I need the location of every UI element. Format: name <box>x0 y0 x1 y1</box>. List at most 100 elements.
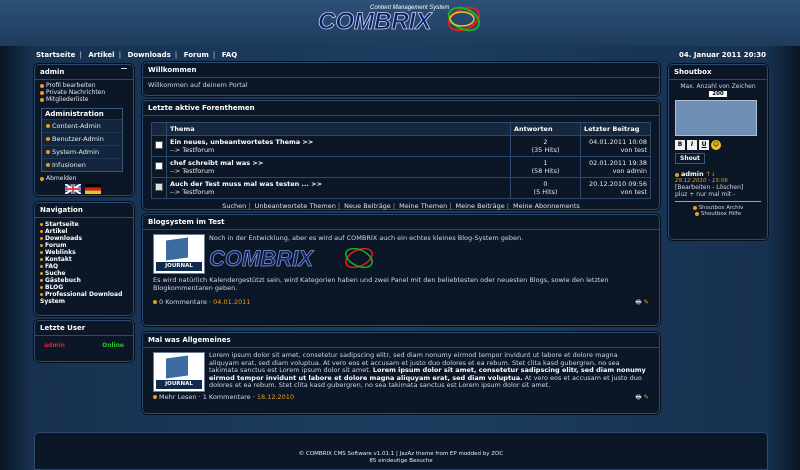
navlink-forum[interactable]: Forum <box>40 242 128 249</box>
navlink-downloads[interactable]: Downloads <box>40 235 128 242</box>
admin-system[interactable]: System-Admin <box>42 145 122 158</box>
navlink-blog[interactable]: BLOG <box>40 284 128 291</box>
topic-title[interactable]: Auch der Test muss mal was testen ... >> <box>170 180 507 188</box>
bullet-icon <box>40 272 43 275</box>
col-letzter-beitrag: Letzter Beitrag <box>580 122 651 136</box>
welcome-text: Willkommen auf deinem Portal <box>148 81 248 89</box>
folder-icon <box>155 183 163 191</box>
char-counter: 200 <box>709 91 727 97</box>
link-private-messages[interactable]: Private Nachrichten <box>40 89 128 96</box>
print-icon[interactable]: 🖶 <box>635 298 641 306</box>
navlink-startseite[interactable]: Startseite <box>40 221 128 228</box>
topic-forum: --> Testforum <box>170 146 215 154</box>
link-profile[interactable]: Profil bearbeiten <box>40 82 128 89</box>
topic-author[interactable]: von admin <box>584 167 647 175</box>
german-flag-icon[interactable] <box>84 184 101 194</box>
smiley-icon[interactable]: ☺ <box>711 140 721 150</box>
topic-title[interactable]: chef schreibt mal was >> <box>170 159 507 167</box>
logo-text: COMBRIX <box>318 8 433 35</box>
underline-button[interactable]: U <box>699 140 709 150</box>
link-meine-abonnements[interactable]: Meine Abonnements <box>513 202 580 210</box>
table-row[interactable]: chef schreibt mal was >> --> Testforum 1(… <box>151 156 651 178</box>
table-row[interactable]: Ein neues, unbeantwortetes Thema >> --> T… <box>151 135 651 157</box>
link-meine-themen[interactable]: Meine Themen <box>399 202 447 210</box>
journal-label: JOURNAL <box>156 262 202 271</box>
bullet-icon <box>675 172 679 177</box>
shoutbox-help-link[interactable]: Shoutbox Hilfe <box>675 211 761 217</box>
svg-text:COMBRIX: COMBRIX <box>209 246 314 271</box>
read-more-link[interactable]: Mehr Lesen <box>159 393 196 401</box>
shout-user[interactable]: admin <box>681 170 704 178</box>
topic-answers: 1 <box>543 159 548 167</box>
bullet-icon <box>40 83 44 88</box>
bullet-icon <box>40 265 43 268</box>
footer-copyright: © COMBRIX CMS Software v1.01.1 | JazAz t… <box>298 451 504 457</box>
last-user-title: Letzte User <box>35 321 133 336</box>
admin-users[interactable]: Benutzer-Admin <box>42 132 122 145</box>
shout-submit-button[interactable]: Shout <box>675 153 705 164</box>
admin-infusions[interactable]: Infusionen <box>42 158 122 171</box>
navlink-gaestebuch[interactable]: Gästebuch <box>40 277 128 284</box>
nav-faq[interactable]: FAQ <box>222 51 237 59</box>
blog-comments[interactable]: 0 Kommentare <box>159 298 207 306</box>
shoutbox-title: Shoutbox <box>669 65 767 80</box>
navlink-weblinks[interactable]: Weblinks <box>40 249 128 256</box>
navlink-artikel[interactable]: Artikel <box>40 228 128 235</box>
edit-icon[interactable]: ✎ <box>644 393 649 401</box>
blog-panel: Blogsystem im Test JOURNAL Noch in der E… <box>142 214 660 326</box>
bullet-icon <box>40 97 44 102</box>
shout-textarea[interactable] <box>675 100 757 136</box>
navlink-download-system[interactable]: Professional Download System <box>40 291 128 305</box>
nav-downloads[interactable]: Downloads <box>128 51 171 59</box>
user-panel-title: admin <box>35 65 133 80</box>
article-title: Mal was Allgemeines <box>143 333 659 348</box>
site-footer: © COMBRIX CMS Software v1.01.1 | JazAz t… <box>34 432 768 470</box>
uk-flag-icon[interactable] <box>65 184 82 194</box>
topic-title[interactable]: Ein neues, unbeantwortetes Thema >> <box>170 138 507 146</box>
link-neue-beitraege[interactable]: Neue Beiträge <box>344 202 391 210</box>
edit-icon[interactable]: ✎ <box>644 298 649 306</box>
last-user-name[interactable]: admin <box>44 342 65 349</box>
bullet-icon <box>46 163 50 167</box>
shout-actions[interactable]: [Bearbeiten - Löschen] <box>675 184 761 191</box>
last-user-panel: Letzte User admin Online <box>34 320 134 362</box>
article-text: Lorem ipsum dolor sit amet, consetetur s… <box>209 351 646 389</box>
comment-icon <box>153 300 157 304</box>
topic-hits: (35 Hits) <box>531 146 560 154</box>
shoutbox-panel: Shoutbox Max. Anzahl von Zeichen 200 BIU… <box>668 64 768 240</box>
topic-author[interactable]: von test <box>584 146 648 154</box>
readmore-icon <box>153 394 157 399</box>
nav-forum[interactable]: Forum <box>184 51 209 59</box>
link-meine-beitraege[interactable]: Meine Beiträge <box>456 202 505 210</box>
topic-author[interactable]: von test <box>584 188 648 196</box>
navlink-kontakt[interactable]: Kontakt <box>40 256 128 263</box>
link-unbeantwortete[interactable]: Unbeantwortete Themen <box>255 202 336 210</box>
collapse-icon[interactable] <box>121 68 127 69</box>
admin-content[interactable]: Content-Admin <box>42 119 122 132</box>
article-comments[interactable]: 1 Kommentare <box>203 393 251 401</box>
bold-button[interactable]: B <box>675 140 685 150</box>
navlink-faq[interactable]: FAQ <box>40 263 128 270</box>
user-panel: admin Profil bearbeiten Private Nachrich… <box>34 64 134 196</box>
link-suchen[interactable]: Suchen <box>222 202 246 210</box>
journal-label: JOURNAL <box>156 380 202 389</box>
navigation-panel: Navigation Startseite Artikel Downloads … <box>34 202 134 316</box>
combrix-banner: COMBRIX <box>209 246 373 271</box>
combrix-logo[interactable]: COMBRIX Content Management System <box>314 2 484 36</box>
topic-forum: --> Testforum <box>170 167 215 175</box>
link-logout[interactable]: Abmelden <box>40 175 128 182</box>
topic-answers: 0 <box>543 180 548 188</box>
bullet-icon <box>692 205 697 210</box>
blog-date: 04.01.2011 <box>213 298 251 306</box>
footer-visits: 85 eindeutige Besuche <box>369 458 433 464</box>
blog-intro: Noch in der Entwicklung, aber es wird au… <box>209 234 524 242</box>
italic-button[interactable]: I <box>687 140 697 150</box>
table-row[interactable]: Auch der Test muss mal was testen ... >>… <box>151 177 651 199</box>
format-buttons: B I U ☺ <box>675 140 761 150</box>
print-icon[interactable]: 🖶 <box>635 393 641 401</box>
nav-startseite[interactable]: Startseite <box>36 51 75 59</box>
nav-artikel[interactable]: Artikel <box>88 51 114 59</box>
forum-panel: Letzte aktive Forenthemen Thema Antworte… <box>142 100 660 210</box>
link-memberlist[interactable]: Mitgliederliste <box>40 96 128 103</box>
navlink-suche[interactable]: Suche <box>40 270 128 277</box>
